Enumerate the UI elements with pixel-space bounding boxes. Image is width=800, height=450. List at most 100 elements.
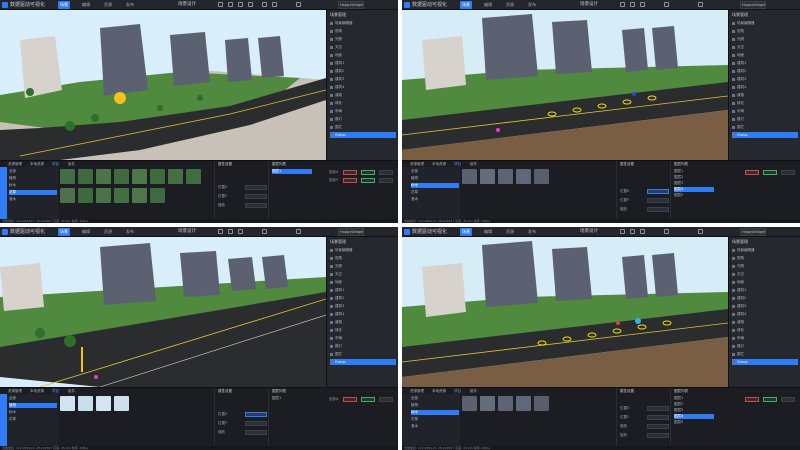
tab-publish[interactable]: 发布 — [526, 228, 538, 236]
tree-item[interactable]: 花草 — [411, 190, 459, 195]
scene-tree-item[interactable]: 场景编辑器 — [732, 20, 798, 26]
settings-icon[interactable] — [698, 229, 703, 234]
scene-tree-item[interactable]: 围栏 — [732, 351, 798, 357]
tree-item[interactable]: 树木 — [9, 183, 57, 188]
asset-thumbnail[interactable] — [60, 188, 75, 203]
attr-field[interactable] — [647, 424, 669, 429]
scene-tree-item-selected[interactable]: Group — [732, 359, 798, 365]
tree-item-selected[interactable]: 植物 — [9, 403, 57, 408]
asset-thumbnail[interactable] — [150, 188, 165, 203]
asset-thumbnail[interactable] — [462, 169, 477, 184]
scene-tree-item[interactable]: 建筑4 — [732, 311, 798, 317]
tab-components[interactable]: 组件 — [68, 161, 75, 167]
asset-thumbnail[interactable] — [150, 169, 165, 184]
layer-item[interactable]: 图层1 — [674, 396, 714, 401]
attr-field[interactable] — [245, 185, 267, 190]
tab-resource[interactable]: 资源 — [102, 228, 114, 236]
scene-tree-item[interactable]: 建筑4 — [330, 84, 396, 90]
layer-item-selected[interactable]: 图层4 — [674, 187, 714, 192]
scene-tree-item[interactable]: 光照 — [732, 36, 798, 42]
asset-thumbnail[interactable] — [114, 169, 129, 184]
scene-tree-item[interactable]: 建筑1 — [330, 287, 396, 293]
scene-tree-item[interactable]: 天空 — [330, 44, 396, 50]
asset-thumbnail[interactable] — [60, 169, 75, 184]
scene-tree-item[interactable]: 建筑3 — [330, 303, 396, 309]
tab-resource[interactable]: 资源 — [504, 228, 516, 236]
asset-thumbnail[interactable] — [516, 169, 531, 184]
tree-item[interactable]: 全部 — [411, 169, 459, 174]
scene-tree-item[interactable]: 建筑2 — [330, 295, 396, 301]
field-z[interactable] — [379, 170, 393, 175]
attr-field[interactable] — [647, 415, 669, 420]
tree-item[interactable]: 灌木 — [411, 424, 459, 429]
attr-field[interactable] — [245, 194, 267, 199]
tab-resource[interactable]: 资源 — [504, 1, 516, 9]
asset-thumbnail[interactable] — [78, 396, 93, 411]
widget-selector[interactable]: HappyWidget — [740, 228, 766, 236]
scene-tree-item[interactable]: 建筑2 — [330, 68, 396, 74]
attr-field[interactable] — [647, 433, 669, 438]
asset-thumbnail[interactable] — [114, 396, 129, 411]
layer-item[interactable]: 图层2 — [674, 175, 714, 180]
camera-tool-icon[interactable] — [664, 229, 669, 234]
asset-thumbnail[interactable] — [498, 169, 513, 184]
layer-item[interactable]: 图层5 — [674, 420, 714, 425]
scene-tree-item[interactable]: 地面 — [732, 52, 798, 58]
scene-tree-item[interactable]: 围栏 — [330, 124, 396, 130]
move-tool-icon[interactable] — [228, 229, 233, 234]
tab-scene[interactable]: 场景 — [58, 228, 70, 236]
scene-tree-item[interactable]: 建筑3 — [732, 303, 798, 309]
widget-selector[interactable]: HappyWidget — [338, 1, 364, 9]
scene-tree-item[interactable]: 围栏 — [330, 351, 396, 357]
field-y[interactable] — [361, 397, 375, 402]
scene-tree-item[interactable]: 建筑4 — [732, 84, 798, 90]
camera-tool-icon[interactable] — [262, 2, 267, 7]
attr-field[interactable] — [245, 430, 267, 435]
camera-tool-icon[interactable] — [664, 2, 669, 7]
tree-item[interactable]: 植物 — [9, 176, 57, 181]
scene-tree-item[interactable]: 建筑3 — [732, 76, 798, 82]
scene-tree-item[interactable]: 场景编辑器 — [330, 20, 396, 26]
field-z[interactable] — [379, 397, 393, 402]
field-y[interactable] — [763, 170, 777, 175]
asset-thumbnail[interactable] — [96, 188, 111, 203]
scene-tree-item[interactable]: 视角 — [330, 28, 396, 34]
field-x[interactable] — [745, 170, 759, 175]
asset-thumbnail[interactable] — [60, 396, 75, 411]
scene-viewport[interactable] — [402, 10, 728, 160]
layer-item[interactable]: 图层5 — [674, 193, 714, 198]
scene-viewport[interactable] — [0, 237, 326, 387]
scene-tree-item[interactable]: 天空 — [732, 271, 798, 277]
widget-selector[interactable]: HappyWidget — [740, 1, 766, 9]
move-tool-icon[interactable] — [630, 2, 635, 7]
scene-tree-item[interactable]: 路灯 — [330, 116, 396, 122]
layer-item[interactable]: 图层2 — [674, 402, 714, 407]
tab-resource[interactable]: 资源 — [102, 1, 114, 9]
measure-tool-icon[interactable] — [272, 2, 277, 7]
scene-tree-item-selected[interactable]: Group — [732, 132, 798, 138]
tab-components[interactable]: 组件 — [68, 388, 75, 394]
scene-tree-item[interactable]: 路灯 — [732, 343, 798, 349]
tree-item[interactable]: 全部 — [9, 396, 57, 401]
tree-item[interactable]: 全部 — [411, 396, 459, 401]
scene-tree-item[interactable]: 地面 — [732, 279, 798, 285]
scene-tree-item[interactable]: 视角 — [330, 255, 396, 261]
tab-scene[interactable]: 场景 — [58, 1, 70, 9]
select-tool-icon[interactable] — [620, 2, 625, 7]
scene-tree-item[interactable]: 地面 — [330, 279, 396, 285]
asset-thumbnail[interactable] — [96, 396, 111, 411]
rotate-tool-icon[interactable] — [238, 229, 243, 234]
attr-field[interactable] — [245, 203, 267, 208]
layer-item-selected[interactable]: 图层4 — [674, 414, 714, 419]
scene-tree-item[interactable]: 绿化 — [732, 327, 798, 333]
asset-thumbnail[interactable] — [78, 169, 93, 184]
field-y[interactable] — [763, 397, 777, 402]
attr-field[interactable] — [647, 207, 669, 212]
scene-tree-item[interactable]: 建筑1 — [732, 60, 798, 66]
asset-thumbnail[interactable] — [132, 169, 147, 184]
tab-edit[interactable]: 编辑 — [482, 228, 494, 236]
scene-tree-item[interactable]: 绿化 — [732, 100, 798, 106]
layer-item[interactable]: 图层1 — [272, 396, 312, 401]
tab-edit[interactable]: 编辑 — [482, 1, 494, 9]
scene-tree-item[interactable]: 光照 — [330, 263, 396, 269]
